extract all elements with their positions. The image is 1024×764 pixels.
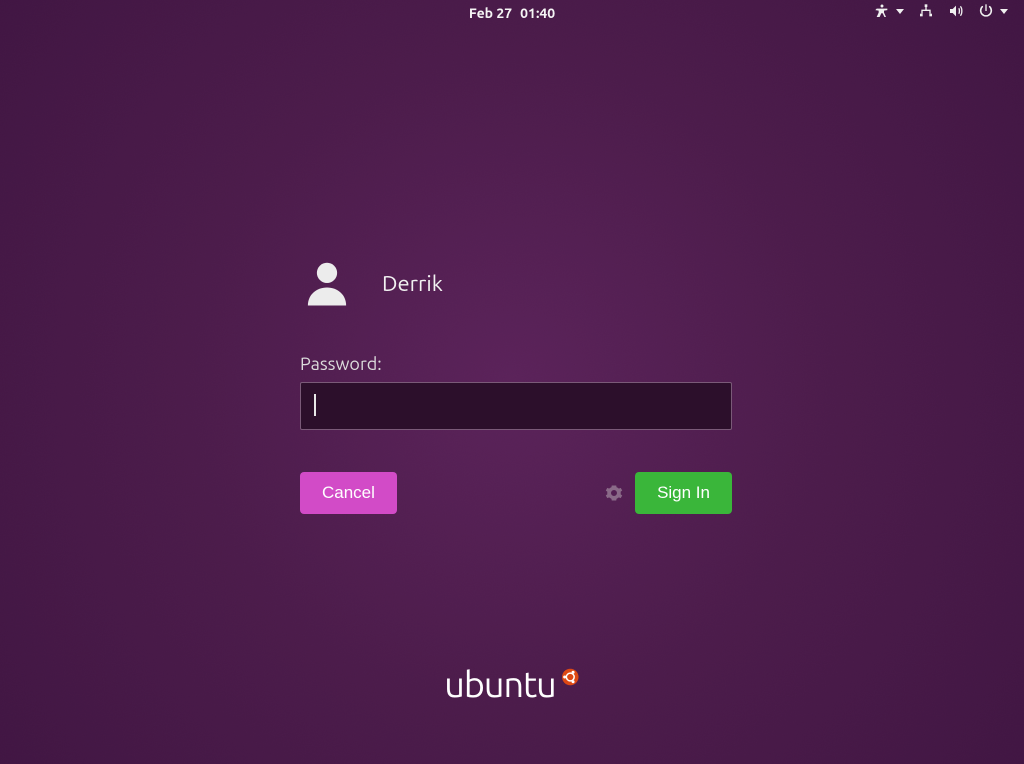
chevron-down-icon xyxy=(1000,9,1008,14)
network-indicator[interactable] xyxy=(918,3,934,19)
network-icon xyxy=(918,3,934,19)
ubuntu-logo-icon xyxy=(562,668,580,686)
login-panel: Derrik Password: Cancel Sign In xyxy=(300,256,732,514)
sign-in-button[interactable]: Sign In xyxy=(635,472,732,514)
user-row: Derrik xyxy=(300,256,732,310)
power-menu[interactable] xyxy=(978,3,1008,19)
branding-text: ubuntu xyxy=(444,663,555,704)
accessibility-menu[interactable] xyxy=(874,3,904,19)
time-text: 01:40 xyxy=(520,5,555,21)
date-text: Feb 27 xyxy=(469,5,512,21)
sound-icon xyxy=(948,3,964,19)
accessibility-icon xyxy=(874,3,890,19)
password-input[interactable] xyxy=(300,382,732,430)
username-label: Derrik xyxy=(382,271,443,296)
os-branding: ubuntu xyxy=(444,663,579,704)
gear-icon[interactable] xyxy=(605,484,623,502)
text-caret xyxy=(314,394,316,416)
top-bar: Feb 27 01:40 xyxy=(0,0,1024,28)
power-icon xyxy=(978,3,994,19)
password-label: Password: xyxy=(300,354,732,374)
user-avatar-icon xyxy=(300,256,354,310)
sound-indicator[interactable] xyxy=(948,3,964,19)
clock-area: Feb 27 01:40 xyxy=(469,5,555,21)
chevron-down-icon xyxy=(896,9,904,14)
cancel-button[interactable]: Cancel xyxy=(300,472,397,514)
